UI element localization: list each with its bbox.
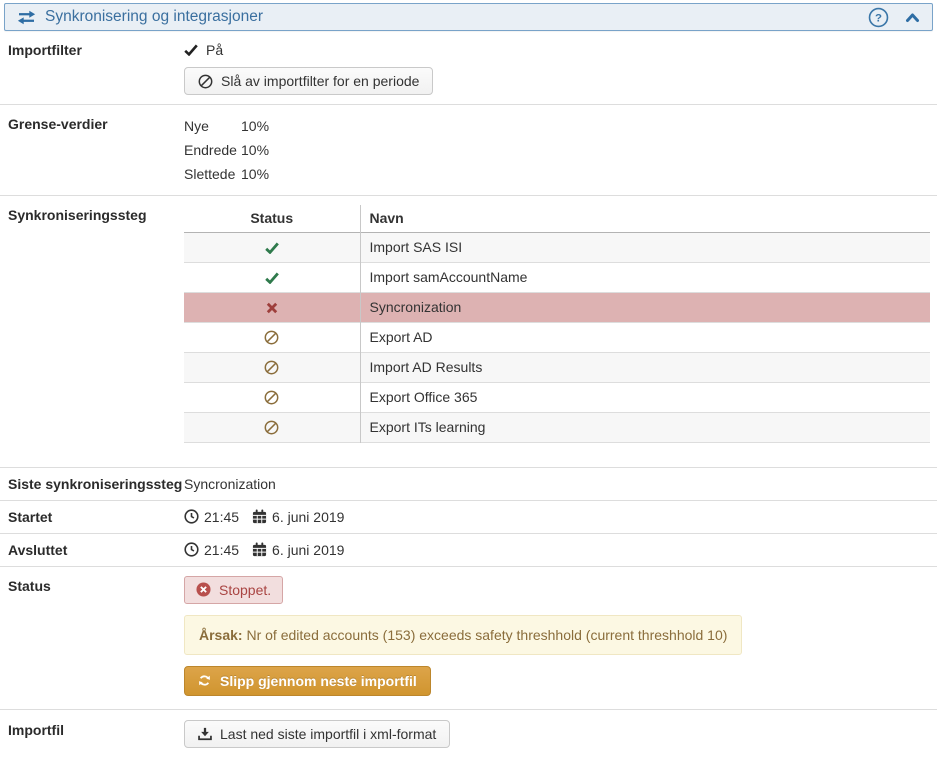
threshold-name: Nye [184,114,241,138]
thresholds-row: Grense-verdier Nye 10% Endrede 10% Slett… [0,105,937,196]
last-step-value: Syncronization [184,476,929,492]
status-row: Status Stoppet. Årsak: Nr of edited acco… [0,567,937,710]
panel-header[interactable]: Synkronisering og integrasjoner ? [4,3,933,31]
sync-steps-table: Status Navn Import SAS ISI [184,205,930,443]
sync-steps-label: Synkroniseringssteg [8,205,184,443]
importfilter-label: Importfilter [8,40,184,95]
threshold-value: 10% [241,114,269,138]
table-row: Import samAccountName [184,262,930,292]
table-row: Export AD [184,322,930,352]
ended-row: Avsluttet 21:45 6. juni 2019 [0,534,937,567]
sync-steps-row: Synkroniseringssteg Status Navn [0,196,937,468]
sync-steps-table-body: Import SAS ISI Import samAccountName [184,232,930,442]
release-next-importfile-label: Slipp gjennom neste importfil [220,673,417,689]
last-step-row: Siste synkroniseringssteg Syncronization [0,468,937,501]
calendar-icon [252,509,267,524]
check-icon [184,44,198,56]
table-row: Export ITs learning [184,412,930,442]
status-reason-alert: Årsak: Nr of edited accounts (153) excee… [184,615,742,655]
disable-importfilter-button[interactable]: Slå av importfilter for en periode [184,67,433,95]
step-name: Import samAccountName [370,269,528,285]
threshold-value: 10% [241,138,269,162]
ban-icon [264,359,279,376]
step-name: Export Office 365 [370,389,478,405]
download-importfile-label: Last ned siste importfil i xml-format [220,726,436,742]
release-next-importfile-button[interactable]: Slipp gjennom neste importfil [184,666,431,696]
ended-time: 21:45 [204,542,239,558]
reason-label: Årsak: [199,627,243,643]
thresholds-label: Grense-verdier [8,114,184,186]
importfilter-state: På [206,42,223,58]
help-icon[interactable]: ? [868,7,889,28]
sync-integrations-panel: Synkronisering og integrasjoner ? Import… [0,3,937,757]
download-importfile-button[interactable]: Last ned siste importfil i xml-format [184,720,450,748]
step-name: Import AD Results [370,359,483,375]
ended-label: Avsluttet [8,542,184,558]
started-date: 6. juni 2019 [272,509,344,525]
threshold-name: Endrede [184,138,241,162]
last-step-label: Siste synkroniseringssteg [8,476,184,492]
table-row: Export Office 365 [184,382,930,412]
table-row: Import AD Results [184,352,930,382]
threshold-item: Nye 10% [184,114,929,138]
step-name: Import SAS ISI [370,239,463,255]
ban-icon [198,74,213,89]
x-icon [266,299,278,315]
check-icon [265,269,279,285]
status-badge: Stoppet. [184,576,283,604]
check-icon [265,239,279,255]
step-name: Export AD [370,329,433,345]
step-name: Syncronization [370,299,462,315]
column-header-navn: Navn [360,205,930,232]
started-time: 21:45 [204,509,239,525]
ban-icon [264,329,279,346]
threshold-value: 10% [241,162,269,186]
threshold-item: Slettede 10% [184,162,929,186]
column-header-status: Status [184,205,360,232]
threshold-item: Endrede 10% [184,138,929,162]
exchange-icon [17,10,36,25]
ended-date: 6. juni 2019 [272,542,344,558]
ban-icon [264,389,279,406]
status-label: Status [8,576,184,696]
reason-text: Nr of edited accounts (153) exceeds safe… [243,627,728,643]
clock-icon [184,509,199,524]
started-label: Startet [8,509,184,525]
importfilter-row: Importfilter På Slå av importfilter for … [0,31,937,105]
importfile-row: Importfil Last ned siste importfil i xml… [0,710,937,757]
refresh-icon [198,674,211,687]
panel-title: Synkronisering og integrasjoner [45,8,263,26]
started-row: Startet 21:45 6. juni 2019 [0,501,937,534]
table-row: Syncronization [184,292,930,322]
table-header-row: Status Navn [184,205,930,232]
disable-importfilter-label: Slå av importfilter for en periode [221,73,419,89]
step-name: Export ITs learning [370,419,486,435]
svg-text:?: ? [875,12,882,24]
threshold-name: Slettede [184,162,241,186]
x-circle-icon [196,582,211,597]
clock-icon [184,542,199,557]
ban-icon [264,419,279,436]
status-badge-text: Stoppet. [219,582,271,598]
calendar-icon [252,542,267,557]
importfile-label: Importfil [8,720,184,748]
chevron-up-icon[interactable] [905,12,920,23]
table-row: Import SAS ISI [184,232,930,262]
download-icon [198,727,212,741]
